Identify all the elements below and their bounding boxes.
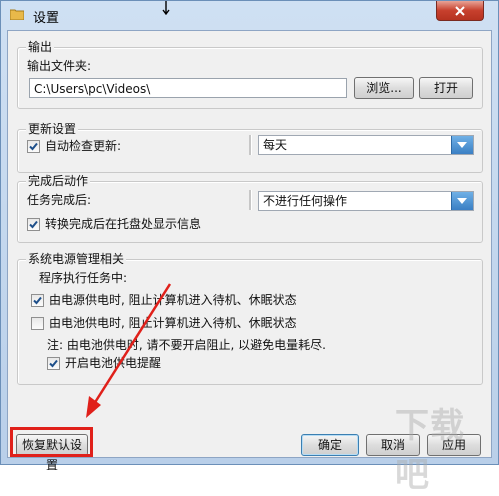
title-bar[interactable]: 设置 [1, 1, 498, 29]
update-legend: 更新设置 [26, 122, 79, 136]
battery-reminder-checkbox[interactable] [47, 357, 60, 370]
browse-button[interactable]: 浏览... [354, 77, 414, 99]
folder-icon [10, 9, 24, 20]
battery-power-label: 由电池供电时, 阻止计算机进入待机、休眠状态 [49, 316, 297, 330]
update-frequency-select[interactable]: 每天 [258, 135, 474, 155]
battery-note: 注: 由电池供电时, 请不要开启阻止, 以避免电量耗尽. [47, 338, 326, 352]
tray-notify-checkbox[interactable] [27, 218, 40, 231]
running-label: 程序执行任务中: [39, 271, 128, 285]
output-folder-label: 输出文件夹: [27, 59, 92, 73]
checkmark-icon [49, 359, 58, 368]
dropdown-button[interactable] [451, 136, 473, 154]
battery-power-checkbox[interactable] [31, 317, 44, 330]
after-task-legend: 完成后动作 [26, 174, 91, 188]
chevron-down-icon [457, 198, 467, 204]
annotation-highlight-box [10, 427, 93, 457]
settings-window: 设置 输出 输出文件夹: C:\Users\pc\Videos\ 浏览... 打… [0, 0, 499, 472]
separator [249, 135, 252, 155]
open-button[interactable]: 打开 [419, 77, 473, 99]
output-folder-input[interactable]: C:\Users\pc\Videos\ [29, 78, 347, 98]
watermark: 下载吧 [395, 406, 465, 495]
auto-update-label: 自动检查更新: [45, 139, 122, 153]
update-frequency-value: 每天 [263, 138, 288, 152]
checkmark-icon [29, 220, 38, 229]
battery-reminder-label: 开启电池供电提醒 [65, 356, 162, 370]
separator [249, 190, 252, 210]
ac-power-checkbox[interactable] [31, 294, 44, 307]
chevron-down-icon [457, 142, 467, 148]
checkmark-icon [29, 142, 38, 151]
tray-notify-label: 转换完成后在托盘处显示信息 [45, 217, 202, 231]
output-legend: 输出 [26, 40, 55, 54]
task-done-label: 任务完成后: [27, 193, 92, 207]
close-icon [455, 5, 465, 16]
close-button[interactable] [436, 1, 484, 21]
dialog-body: 输出 输出文件夹: C:\Users\pc\Videos\ 浏览... 打开 更… [7, 30, 492, 472]
power-legend: 系统电源管理相关 [26, 252, 127, 266]
window-title: 设置 [33, 11, 60, 26]
dropdown-button[interactable] [451, 192, 473, 210]
ok-button[interactable]: 确定 [301, 434, 359, 456]
mouse-cursor-icon [162, 1, 170, 15]
checkmark-icon [33, 296, 42, 305]
auto-update-checkbox[interactable] [27, 140, 40, 153]
after-action-select[interactable]: 不进行任何操作 [258, 191, 474, 211]
ac-power-label: 由电源供电时, 阻止计算机进入待机、休眠状态 [49, 293, 297, 307]
after-action-value: 不进行任何操作 [263, 194, 348, 208]
